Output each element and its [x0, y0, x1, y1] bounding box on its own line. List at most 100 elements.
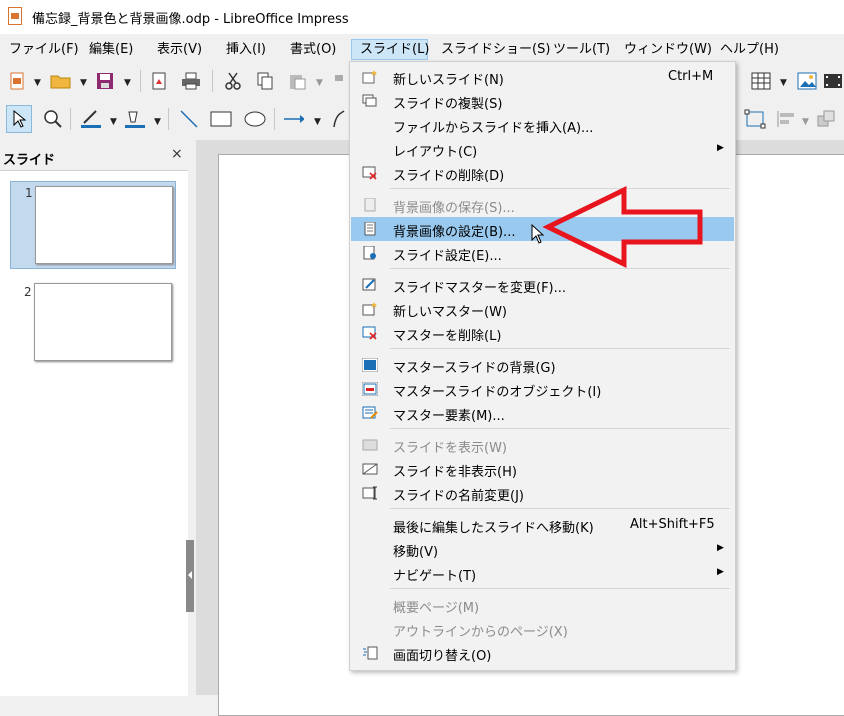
insert-media-icon[interactable]: [822, 70, 844, 92]
select-pointer-icon[interactable]: [6, 105, 32, 133]
chevron-down-icon: ▼: [316, 78, 323, 88]
print-icon[interactable]: [180, 70, 202, 92]
export-pdf-icon[interactable]: [148, 70, 170, 92]
menuitem-rename-slide[interactable]: スライドの名前変更(J): [351, 481, 734, 505]
menuitem-master-background[interactable]: マスタースライドの背景(G): [351, 353, 734, 377]
submenu-arrow-icon: ▶: [717, 567, 724, 577]
menuitem-new-slide[interactable]: 新しいスライド(N) Ctrl+M: [351, 65, 734, 89]
line-color-icon[interactable]: [80, 108, 102, 130]
paste-icon[interactable]: [286, 70, 308, 92]
curve-tool-icon[interactable]: [328, 108, 350, 130]
menuitem-label: スライドを表示(W): [393, 441, 507, 456]
menuitem-insert-slide-from-file[interactable]: ファイルからスライドを挿入(A)...: [351, 113, 734, 137]
menuitem-duplicate-slide[interactable]: スライドの複製(S): [351, 89, 734, 113]
slide-thumbnail-1[interactable]: 1: [10, 181, 176, 269]
rectangle-tool-icon[interactable]: [210, 108, 232, 130]
menu-separator: [390, 428, 730, 429]
menuitem-label: スライドの複製(S): [393, 97, 503, 112]
menu-bar: ファイル(F) 編集(E) 表示(V) 挿入(I) 書式(O) スライド(L) …: [0, 36, 844, 62]
save-icon[interactable]: [94, 70, 116, 92]
panel-collapse-handle[interactable]: [186, 540, 194, 612]
clone-formatting-icon[interactable]: [328, 70, 350, 92]
menu-separator: [390, 348, 730, 349]
menuitem-label: レイアウト(C): [393, 145, 478, 160]
slide-number: 2: [24, 285, 32, 299]
fill-color-icon[interactable]: [124, 108, 146, 130]
arrange-icon[interactable]: [816, 108, 838, 130]
new-master-icon: [362, 302, 377, 316]
menu-format[interactable]: 書式(O): [290, 39, 336, 60]
menuitem-move[interactable]: 移動(V) ▶: [351, 537, 734, 561]
rename-slide-icon: [362, 486, 377, 500]
menuitem-label: スライドの削除(D): [393, 169, 505, 184]
menu-tools[interactable]: ツール(T): [553, 39, 610, 60]
ellipse-tool-icon[interactable]: [244, 108, 266, 130]
menu-file[interactable]: ファイル(F): [9, 39, 79, 60]
menuitem-master-elements[interactable]: マスター要素(M)...: [351, 401, 734, 425]
menu-slide[interactable]: スライド(L): [351, 39, 429, 60]
submenu-arrow-icon: ▶: [717, 543, 724, 553]
copy-icon[interactable]: [254, 70, 276, 92]
zoom-pan-icon[interactable]: [42, 108, 64, 130]
menuitem-delete-master[interactable]: マスターを削除(L): [351, 321, 734, 345]
menuitem-label: ナビゲート(T): [393, 569, 477, 584]
menu-separator: [390, 588, 730, 589]
open-folder-icon[interactable]: [50, 70, 72, 92]
slide-thumbnail-2[interactable]: 2: [10, 279, 174, 365]
red-annotation-arrow-icon: [542, 186, 703, 268]
chevron-down-icon[interactable]: ▼: [110, 117, 117, 127]
chevron-down-icon[interactable]: ▼: [780, 78, 787, 88]
chevron-down-icon[interactable]: ▼: [124, 78, 131, 88]
delete-master-icon: [362, 326, 377, 340]
menuitem-label: 最後に編集したスライドへ移動(K): [393, 521, 594, 536]
menuitem-navigate[interactable]: ナビゲート(T) ▶: [351, 561, 734, 585]
points-icon[interactable]: [744, 108, 766, 130]
align-objects-icon[interactable]: [776, 108, 798, 130]
close-panel-button[interactable]: ×: [171, 146, 183, 162]
menu-help[interactable]: ヘルプ(H): [720, 39, 779, 60]
menuitem-new-master[interactable]: 新しいマスター(W): [351, 297, 734, 321]
menuitem-master-objects[interactable]: マスタースライドのオブジェクト(I): [351, 377, 734, 401]
menu-edit[interactable]: 編集(E): [89, 39, 133, 60]
menuitem-label: 背景画像の保存(S)...: [393, 201, 515, 216]
menuitem-change-slide-master[interactable]: スライドマスターを変更(F)...: [351, 273, 734, 297]
menuitem-summary-page: 概要ページ(M): [351, 593, 734, 617]
chevron-down-icon[interactable]: ▼: [34, 78, 41, 88]
menuitem-label: マスターを削除(L): [393, 329, 502, 344]
toolbar-separator: [212, 70, 213, 92]
master-objects-icon: [362, 382, 378, 396]
slides-panel-title: スライド: [3, 153, 56, 168]
menuitem-hide-slide[interactable]: スライドを非表示(H): [351, 457, 734, 481]
cut-icon[interactable]: [222, 70, 244, 92]
chevron-down-icon[interactable]: ▼: [80, 78, 87, 88]
line-tool-icon[interactable]: [178, 108, 200, 130]
menu-insert[interactable]: 挿入(I): [226, 39, 266, 60]
menuitem-label: 背景画像の設定(B)...: [393, 225, 516, 240]
slide-preview: [35, 186, 173, 264]
change-master-icon: [362, 278, 376, 291]
chevron-down-icon[interactable]: ▼: [154, 117, 161, 127]
menu-view[interactable]: 表示(V): [157, 39, 202, 60]
menuitem-label: 新しいマスター(W): [393, 305, 507, 320]
menuitem-label: マスタースライドの背景(G): [393, 361, 556, 376]
menu-window[interactable]: ウィンドウ(W): [624, 39, 712, 60]
menuitem-label: アウトラインからのページ(X): [393, 625, 568, 640]
submenu-arrow-icon: ▶: [717, 143, 724, 153]
menuitem-shortcut: Alt+Shift+F5: [630, 517, 715, 532]
new-document-icon[interactable]: [6, 70, 28, 92]
slides-panel: スライド × 1 2: [0, 140, 188, 696]
duplicate-slide-icon: [362, 94, 377, 107]
slide-preview: [34, 283, 172, 361]
insert-image-icon[interactable]: [796, 70, 818, 92]
menuitem-show-slide: スライドを表示(W): [351, 433, 734, 457]
menuitem-slide-transition[interactable]: 画面切り替え(O): [351, 641, 734, 665]
menuitem-label: スライドマスターを変更(F)...: [393, 281, 567, 296]
menuitem-delete-slide[interactable]: スライドの削除(D): [351, 161, 734, 185]
show-slide-icon: [362, 439, 378, 451]
menuitem-go-to-last-edited[interactable]: 最後に編集したスライドへ移動(K) Alt+Shift+F5: [351, 513, 734, 537]
menu-slideshow[interactable]: スライドショー(S): [441, 39, 550, 60]
menuitem-layout[interactable]: レイアウト(C) ▶: [351, 137, 734, 161]
arrow-line-tool-icon[interactable]: [282, 108, 304, 130]
chevron-down-icon[interactable]: ▼: [314, 117, 321, 127]
table-icon[interactable]: [750, 70, 772, 92]
